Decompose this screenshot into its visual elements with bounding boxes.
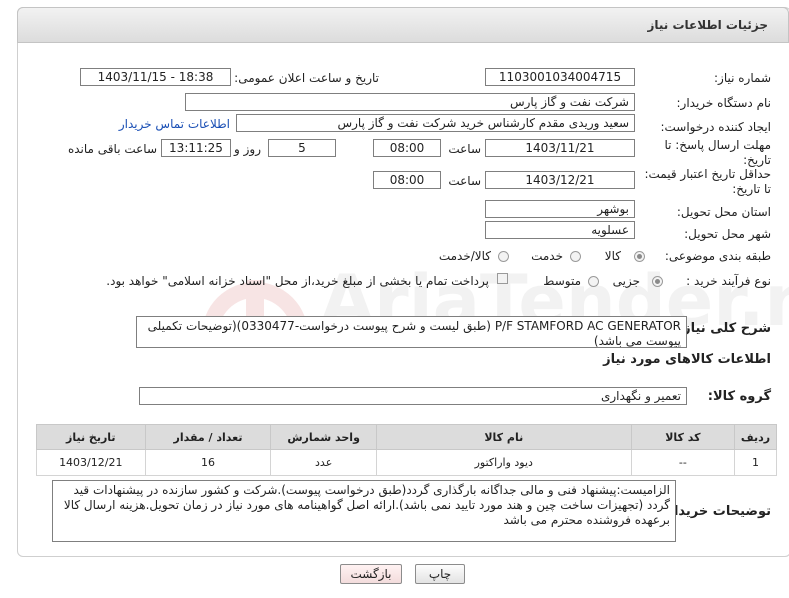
col-need-date: تاریخ نیاز <box>36 424 146 450</box>
days-word: روز و <box>234 142 261 156</box>
category-option-service: خدمت <box>531 249 563 263</box>
creator-field: سعید وریدی مقدم کارشناس خرید شرکت نفت و … <box>236 114 635 132</box>
process-radio-minor[interactable] <box>652 276 663 287</box>
col-item-code: کد کالا <box>630 424 736 450</box>
treasury-payment-note: پرداخت تمام یا بخشی از مبلغ خرید،از محل … <box>106 274 489 288</box>
remaining-time-field: 13:11:25 <box>161 139 231 157</box>
cell-item-code: -- <box>630 449 736 476</box>
deadline-label: مهلت ارسال پاسخ: تا تاریخ: <box>664 138 771 167</box>
summary-field: P/F STAMFORD AC GENERATOR (طبق لیست و شر… <box>136 316 687 348</box>
city-label: شهر محل تحویل: <box>684 227 771 241</box>
cell-item-name: دیود واراکتور <box>375 449 632 476</box>
need-number-label: شماره نیاز: <box>714 71 771 85</box>
process-radio-medium[interactable] <box>588 276 599 287</box>
group-field: تعمیر و نگهداری <box>139 387 687 405</box>
validity-label: حداقل تاریخ اعتبار قیمت: تا تاریخ: <box>644 167 771 196</box>
process-option-minor: جزیی <box>612 274 640 288</box>
need-number-field: 1103001034004715 <box>485 68 635 86</box>
cell-quantity: 16 <box>144 449 272 476</box>
province-label: استان محل تحویل: <box>676 205 771 219</box>
deadline-date-field: 1403/11/21 <box>485 139 635 157</box>
buyer-label: نام دستگاه خریدار: <box>676 96 772 110</box>
col-row-number: ردیف <box>734 424 777 450</box>
announce-field: 1403/11/15 - 18:38 <box>80 68 231 86</box>
category-radio-goods[interactable] <box>634 251 645 262</box>
days-field: 5 <box>268 139 336 157</box>
validity-time-field: 08:00 <box>373 171 441 189</box>
table-row: 1 -- دیود واراکتور عدد 16 1403/12/21 <box>36 449 777 476</box>
deadline-time-field: 08:00 <box>373 139 441 157</box>
treasury-payment-checkbox[interactable] <box>497 273 508 284</box>
remaining-word: ساعت باقی مانده <box>67 142 157 156</box>
goods-info-title: اطلاعات کالاهای مورد نیاز <box>603 352 771 367</box>
province-field: بوشهر <box>485 200 635 218</box>
contact-link[interactable]: اطلاعات تماس خریدار <box>119 117 230 131</box>
summary-label: شرح کلی نیاز: <box>677 321 771 336</box>
cell-unit: عدد <box>270 449 377 476</box>
col-unit: واحد شمارش <box>270 424 377 450</box>
category-option-goods: کالا <box>604 249 621 263</box>
col-item-name: نام کالا <box>375 424 632 450</box>
buyer-notes-label: توضیحات خریدار: <box>661 504 771 519</box>
goods-table: ردیف کد کالا نام کالا واحد شمارش تعداد /… <box>36 424 777 476</box>
process-option-medium: متوسط <box>543 274 581 288</box>
cell-row-number: 1 <box>734 449 777 476</box>
creator-label: ایجاد کننده درخواست: <box>660 120 771 134</box>
group-label: گروه کالا: <box>707 389 771 404</box>
print-button[interactable]: چاپ <box>415 564 465 584</box>
col-quantity: تعداد / مقدار <box>144 424 272 450</box>
buyer-field: شرکت نفت و گاز پارس <box>185 93 635 111</box>
process-label: نوع فرآیند خرید : <box>686 274 771 288</box>
category-radio-service[interactable] <box>570 251 581 262</box>
panel-header: جزئیات اطلاعات نیاز <box>17 7 789 43</box>
category-label: طبقه بندی موضوعی: <box>664 249 771 263</box>
category-option-both: کالا/خدمت <box>438 249 491 263</box>
validity-date-field: 1403/12/21 <box>485 171 635 189</box>
deadline-time-word: ساعت <box>448 142 481 156</box>
category-radio-both[interactable] <box>498 251 509 262</box>
cell-need-date: 1403/12/21 <box>36 449 146 476</box>
back-button[interactable]: بازگشت <box>340 564 402 584</box>
buyer-notes-field: الزامیست:پیشنهاد فنی و مالی جداگانه بارگ… <box>52 480 676 542</box>
table-header-row: ردیف کد کالا نام کالا واحد شمارش تعداد /… <box>36 424 777 450</box>
page-title: جزئیات اطلاعات نیاز <box>647 18 768 32</box>
city-field: عسلویه <box>485 221 635 239</box>
validity-time-word: ساعت <box>448 174 481 188</box>
announce-label: تاریخ و ساعت اعلان عمومی: <box>234 71 379 85</box>
